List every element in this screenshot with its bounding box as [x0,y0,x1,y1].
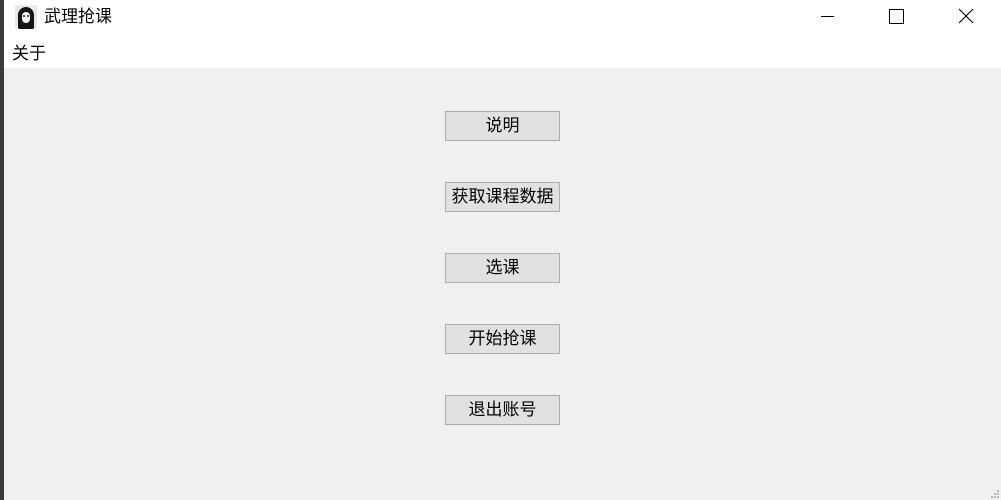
no-face-icon [15,5,37,29]
fetch-course-data-button[interactable]: 获取课程数据 [445,182,560,212]
close-button[interactable] [943,0,989,32]
instructions-button[interactable]: 说明 [445,111,560,141]
start-grab-course-button[interactable]: 开始抢课 [445,324,560,354]
main-panel: 说明 获取课程数据 选课 开始抢课 退出账号 [4,68,1001,500]
app-window: 武理抢课 关于 说明 获取课程数据 选课 开始抢课 退出账号 [4,0,1001,500]
minimize-button[interactable] [804,0,850,32]
window-title: 武理抢课 [44,7,112,27]
close-icon [958,8,974,24]
menu-bar: 关于 [4,34,1001,68]
title-bar[interactable]: 武理抢课 [4,0,1001,34]
minimize-icon [821,16,834,17]
maximize-button[interactable] [873,0,919,32]
resize-grip-icon[interactable] [990,489,1000,499]
logout-button[interactable]: 退出账号 [445,395,560,425]
menu-item-about[interactable]: 关于 [11,43,47,65]
maximize-icon [889,9,904,24]
select-course-button[interactable]: 选课 [445,253,560,283]
